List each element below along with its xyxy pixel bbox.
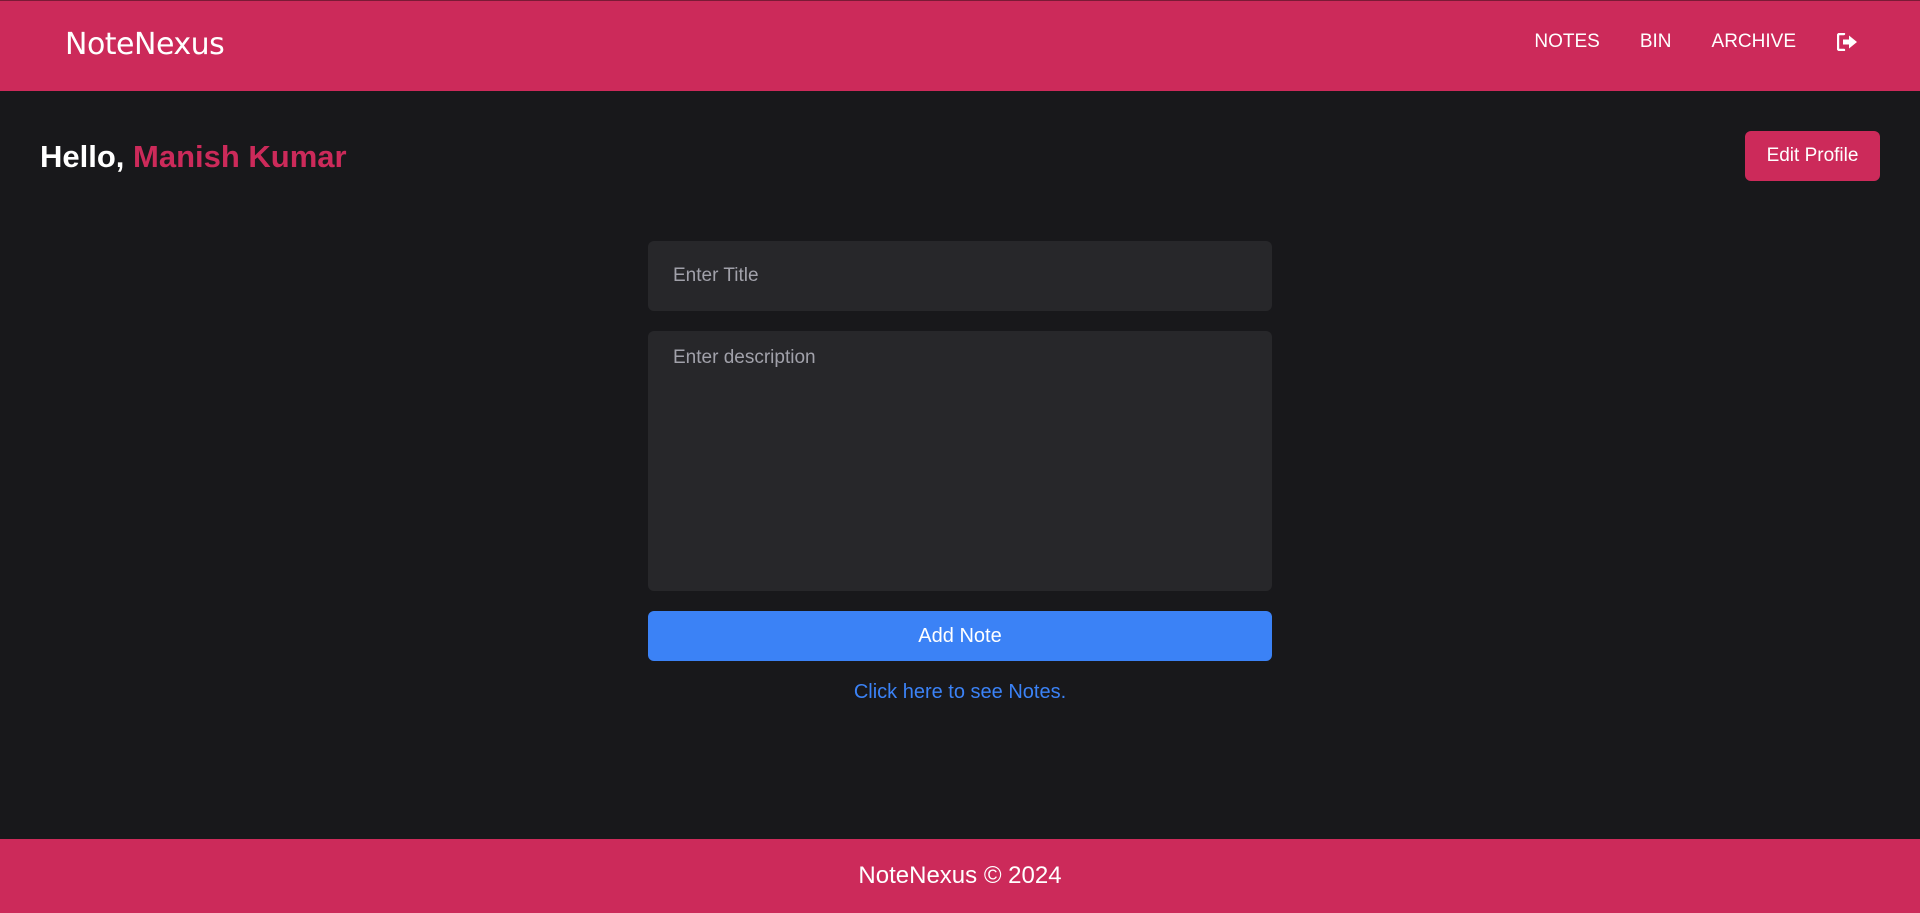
main-nav: NOTES BIN ARCHIVE <box>1534 30 1858 54</box>
greeting-heading: Hello, Manish Kumar <box>40 138 347 176</box>
see-notes-link[interactable]: Click here to see Notes. <box>648 680 1272 704</box>
nav-bin-link[interactable]: BIN <box>1640 30 1672 54</box>
page: NoteNexus NOTES BIN ARCHIVE Hello, Manis… <box>0 0 1920 913</box>
footer: NoteNexus © 2024 <box>0 839 1920 913</box>
sign-out-icon[interactable] <box>1836 31 1858 53</box>
user-name: Manish Kumar <box>133 139 347 174</box>
nav-notes-link[interactable]: NOTES <box>1534 30 1599 54</box>
sign-out-icon-graphic <box>1836 33 1857 51</box>
greeting-prefix: Hello, <box>40 139 134 174</box>
note-title-input[interactable] <box>648 241 1272 311</box>
add-note-button[interactable]: Add Note <box>648 611 1272 661</box>
nav-archive-link[interactable]: ARCHIVE <box>1712 30 1796 54</box>
footer-copyright: NoteNexus © 2024 <box>858 862 1062 889</box>
note-description-input[interactable] <box>648 331 1272 591</box>
top-navbar: NoteNexus NOTES BIN ARCHIVE <box>0 0 1920 91</box>
edit-profile-button[interactable]: Edit Profile <box>1745 131 1880 181</box>
brand-logo[interactable]: NoteNexus <box>65 27 225 63</box>
